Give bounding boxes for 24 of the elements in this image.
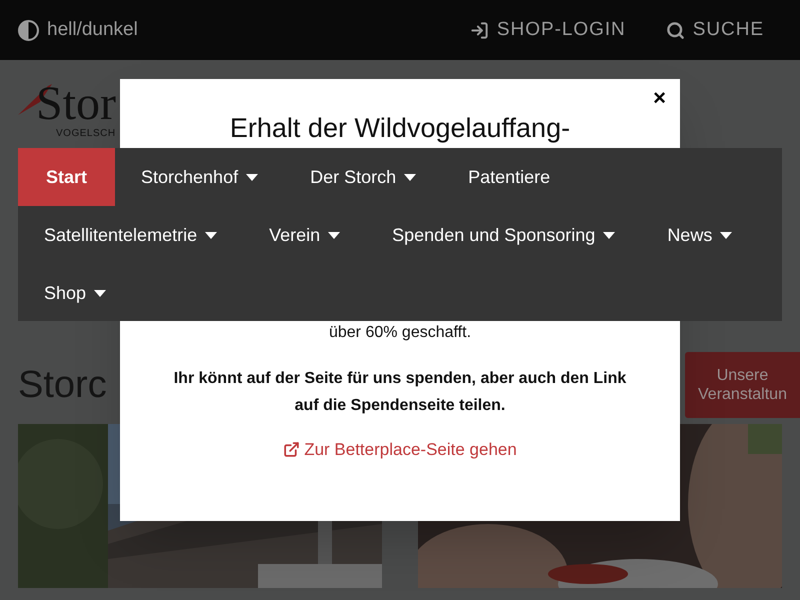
close-button[interactable]: × — [653, 87, 666, 109]
menu-item[interactable]: Verein — [243, 206, 366, 264]
modal-title: Erhalt der Wildvogelauffang- — [230, 113, 570, 143]
external-link-icon — [283, 441, 300, 458]
menu-item[interactable]: Start — [18, 148, 116, 206]
menu-item[interactable]: Patentiere — [442, 148, 576, 206]
shop-login-link[interactable]: SHOP-LOGIN — [470, 16, 626, 44]
menu-item[interactable]: Storchenhof — [115, 148, 284, 206]
betterplace-link[interactable]: Zur Betterplace-Seite gehen — [283, 437, 517, 462]
progress-text: über 60% geschafft. — [328, 323, 472, 343]
search-icon — [666, 20, 685, 40]
logo-subtitle: VOGELSCH — [56, 127, 116, 141]
menu-item[interactable]: News — [641, 206, 758, 264]
events-button[interactable]: Unsere Veranstaltun — [685, 352, 800, 418]
contrast-icon — [18, 20, 39, 40]
search-link[interactable]: SUCHE — [666, 16, 764, 44]
menu-item[interactable]: Shop — [18, 264, 132, 322]
menu-item[interactable]: Der Storch — [284, 148, 442, 206]
menu-item[interactable]: Satellitentelemetrie — [18, 206, 244, 264]
menu-item[interactable]: Spenden und Sponsoring — [366, 206, 642, 264]
theme-toggle[interactable]: hell/dunkel — [18, 16, 138, 44]
login-icon — [470, 20, 489, 40]
logo-text: Stor — [36, 80, 116, 128]
appeal-text: Ihr könnt auf der Seite für uns spenden, aber auch den Link auf die Spendenseite teilen. — [172, 369, 628, 416]
